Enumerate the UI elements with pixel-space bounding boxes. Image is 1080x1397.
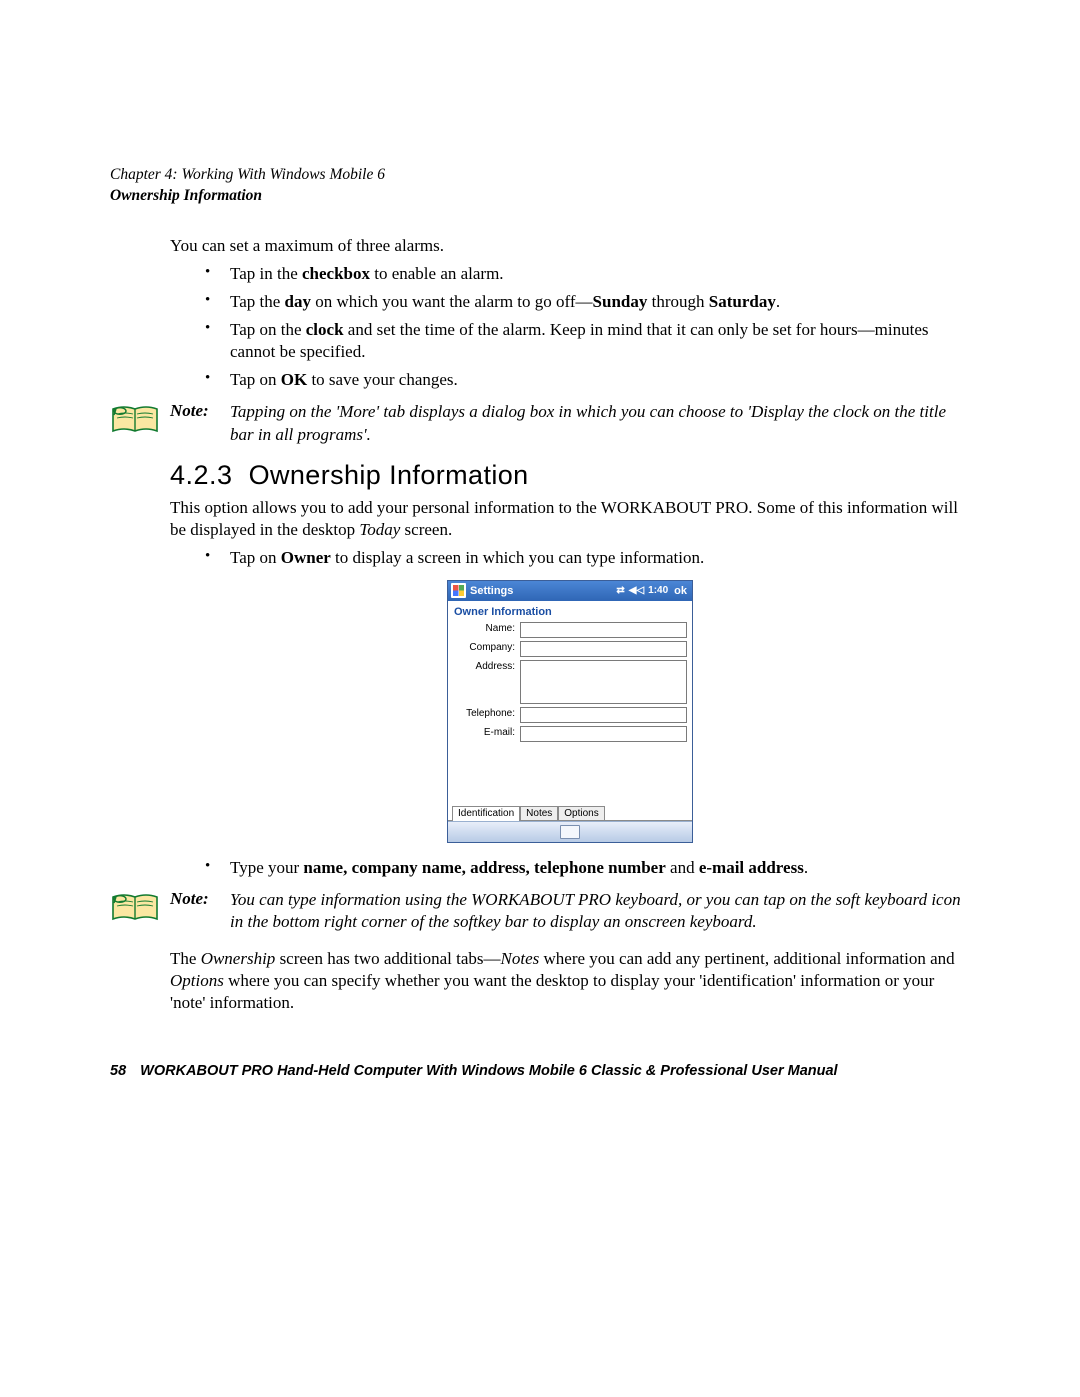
note-text: Tapping on the 'More' tab displays a dia… [230,401,970,446]
wm-softkey-bar [448,821,692,842]
list-item: Tap the day on which you want the alarm … [170,291,970,313]
tab-identification[interactable]: Identification [452,806,520,821]
page-footer: 58 WORKABOUT PRO Hand-Held Computer With… [110,1063,970,1079]
wm-screen-heading: Owner Information [448,601,692,622]
telephone-label: Telephone: [453,707,520,719]
tab-options[interactable]: Options [558,806,604,820]
ok-button[interactable]: ok [672,585,689,597]
page-number: 58 [110,1063,126,1079]
note-label: Note: [170,401,230,421]
email-field[interactable] [520,726,687,742]
list-item: Tap on OK to save your changes. [170,369,970,391]
owner-instructions: Tap on Owner to display a screen in whic… [170,547,970,569]
wm-status-icons: ⇄ ◀◁ 1:40 ok [616,585,689,597]
book-icon [110,403,162,442]
list-item: Type your name, company name, address, t… [170,857,970,879]
company-field[interactable] [520,641,687,657]
list-item: Tap in the checkbox to enable an alarm. [170,263,970,285]
list-item: Tap on Owner to display a screen in whic… [170,547,970,569]
start-icon[interactable] [451,583,466,598]
email-label: E-mail: [453,726,520,738]
wm-titlebar: Settings ⇄ ◀◁ 1:40 ok [448,581,692,601]
name-label: Name: [453,622,520,634]
connectivity-icon: ⇄ [616,585,624,596]
book-icon [110,891,162,930]
wm-title: Settings [470,585,616,597]
note-label: Note: [170,889,230,909]
list-item: Tap on the clock and set the time of the… [170,319,970,363]
tab-notes[interactable]: Notes [520,806,558,820]
page-header: Chapter 4: Working With Windows Mobile 6… [110,165,970,207]
keyboard-icon[interactable] [560,825,580,839]
owner-form: Name: Company: Address: Telephone: E-mai… [448,622,692,747]
windows-mobile-screenshot: Settings ⇄ ◀◁ 1:40 ok Owner Information … [447,580,693,843]
wm-tabstrip: Identification Notes Options [448,802,692,821]
intro-paragraph: You can set a maximum of three alarms. [170,235,970,257]
note-text: You can type information using the WORKA… [230,889,970,934]
clock-time: 1:40 [648,585,668,596]
address-label: Address: [453,660,520,672]
address-field[interactable] [520,660,687,704]
section-number: 4.2.3 [170,460,233,490]
section-title: Ownership Information [249,460,529,490]
name-field[interactable] [520,622,687,638]
speaker-icon: ◀◁ [629,585,644,596]
alarm-instructions: Tap in the checkbox to enable an alarm. … [170,263,970,391]
chapter-line: Chapter 4: Working With Windows Mobile 6 [110,165,970,186]
manual-title: WORKABOUT PRO Hand-Held Computer With Wi… [140,1063,837,1079]
type-info-instructions: Type your name, company name, address, t… [170,857,970,879]
body-paragraph: The Ownership screen has two additional … [170,948,970,1014]
body-paragraph: This option allows you to add your perso… [170,497,970,541]
company-label: Company: [453,641,520,653]
section-heading: 4.2.3 Ownership Information [170,460,970,491]
section-line: Ownership Information [110,186,970,207]
telephone-field[interactable] [520,707,687,723]
